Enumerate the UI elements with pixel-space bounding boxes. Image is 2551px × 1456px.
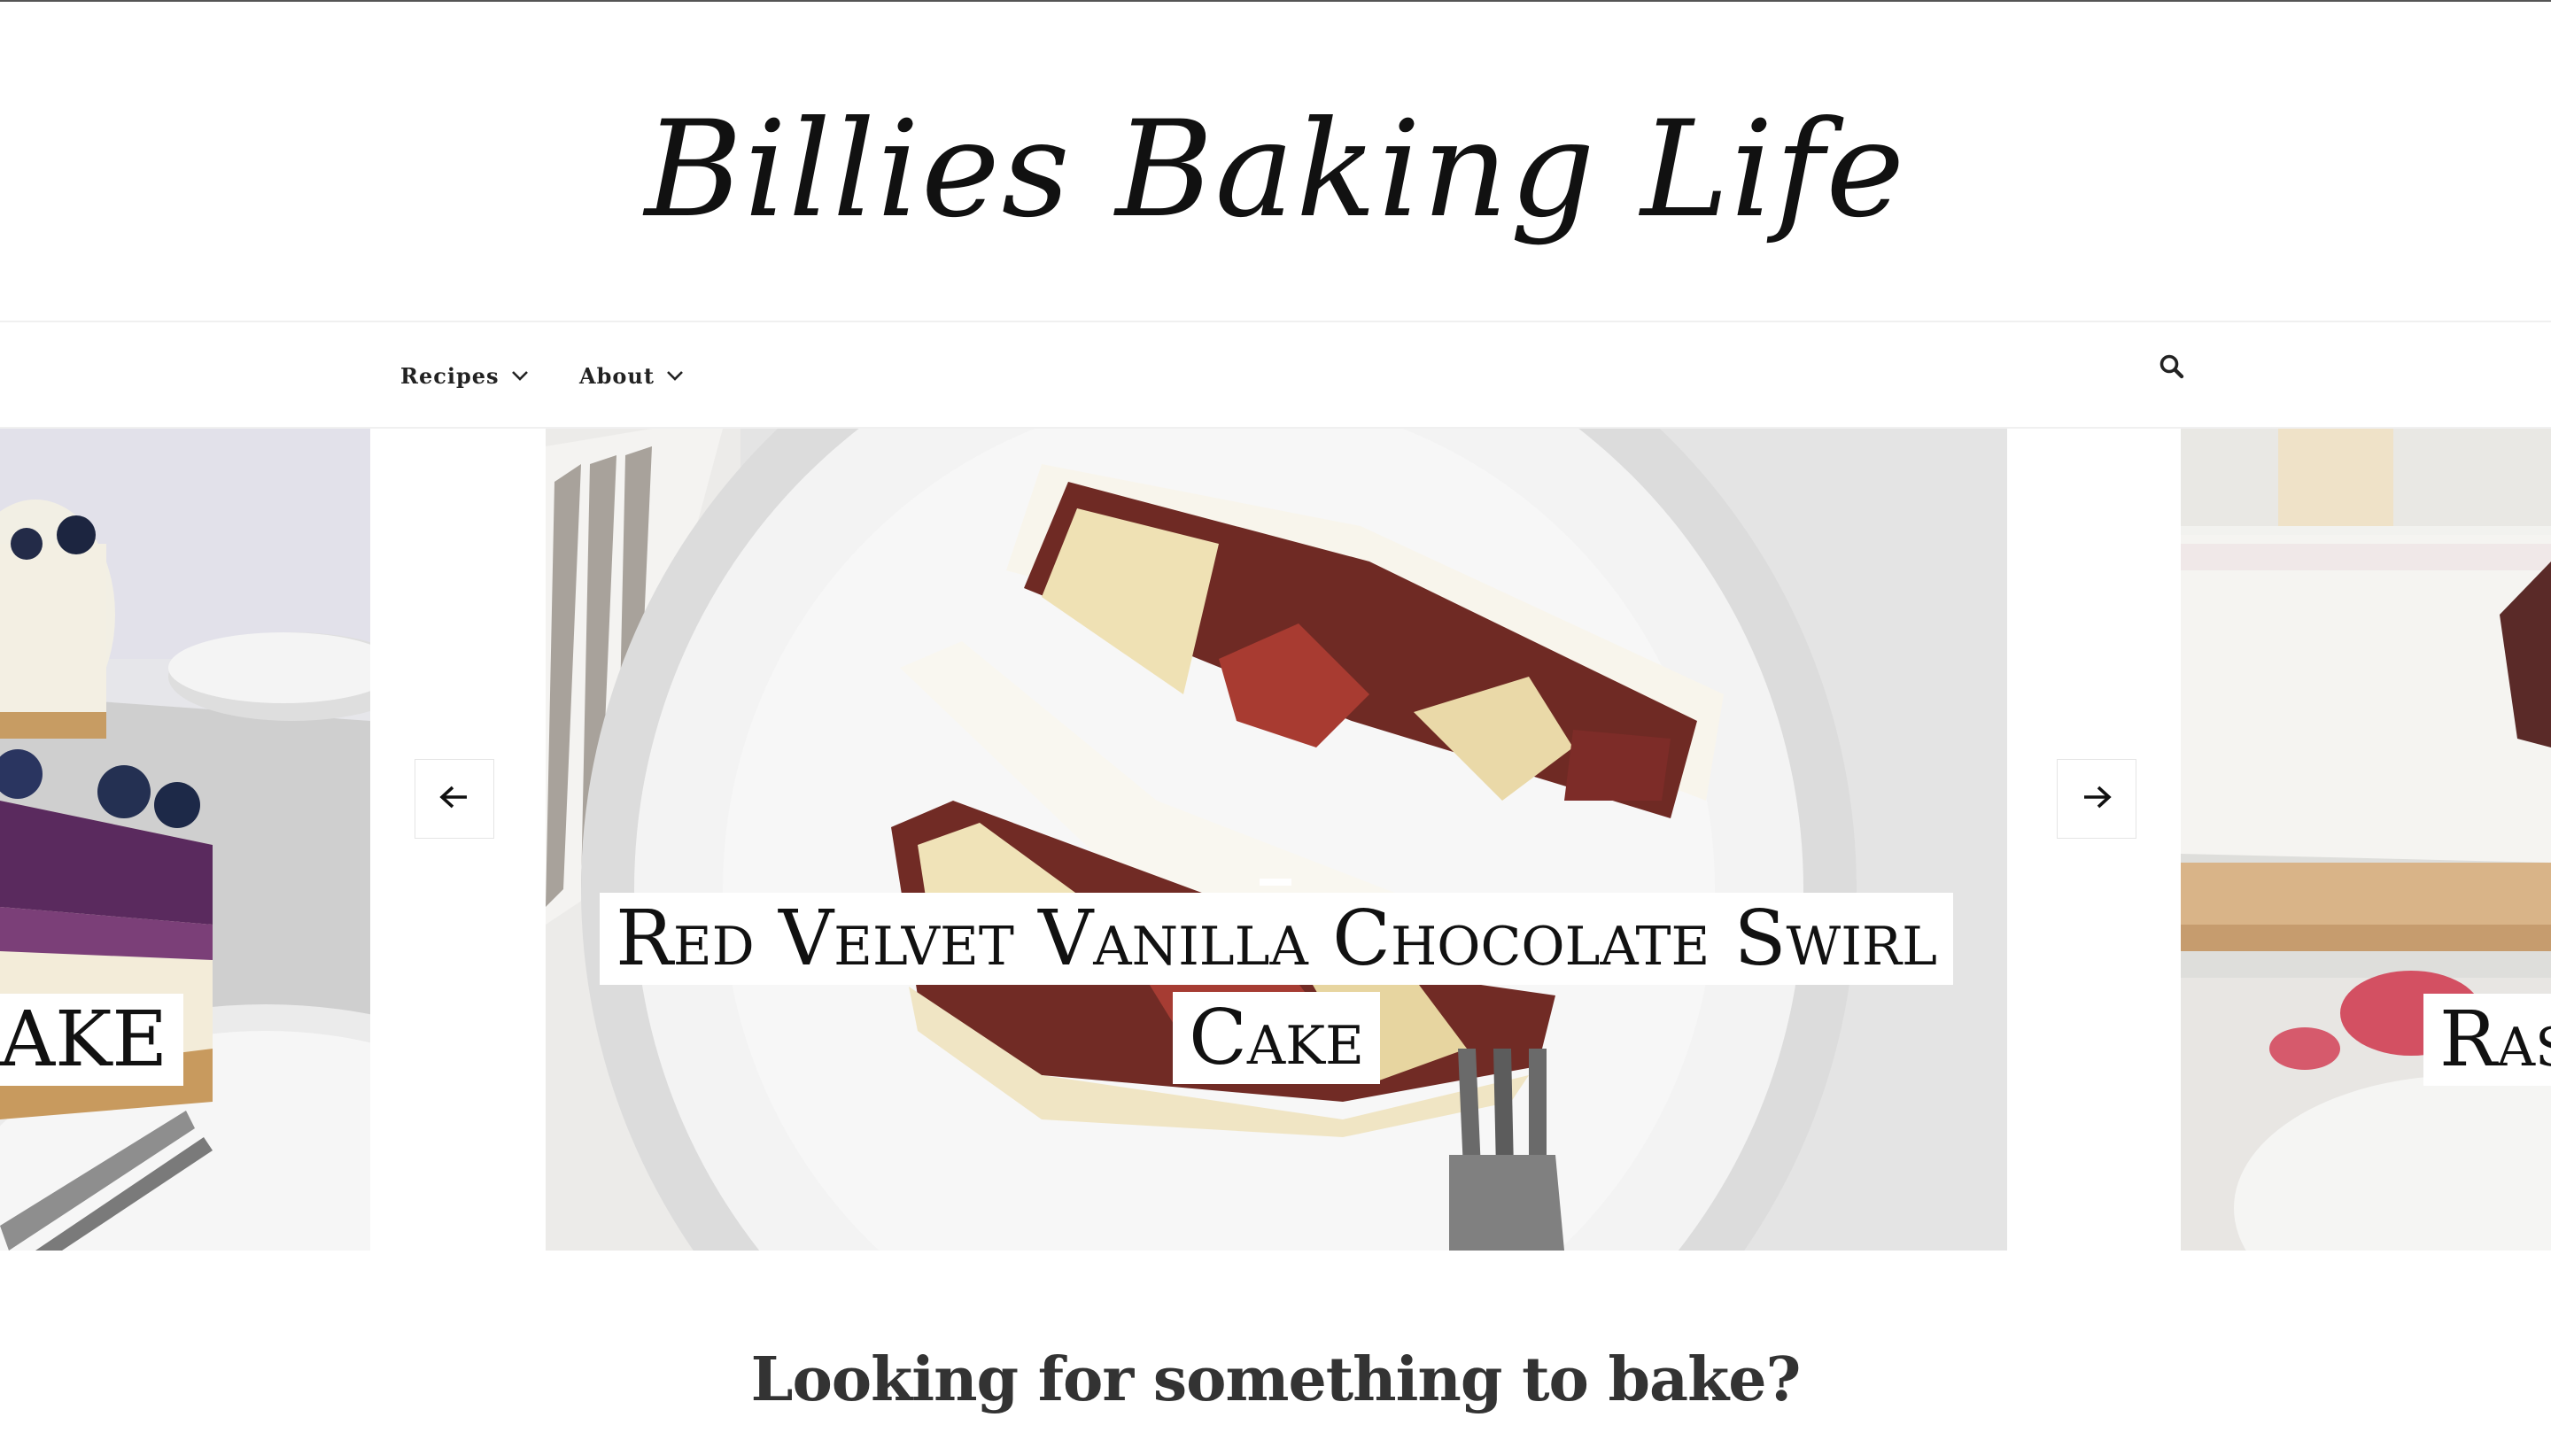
- slider-prev-button[interactable]: [415, 759, 494, 839]
- slide-current-title-line-1[interactable]: Red Velvet Vanilla Chocolate Swirl: [600, 893, 1953, 985]
- chevron-down-icon: [663, 364, 686, 387]
- slide-current-title[interactable]: Red Velvet Vanilla Chocolate Swirl Cake: [546, 893, 2007, 1084]
- chevron-down-icon: [508, 364, 531, 387]
- slide-next-title[interactable]: Ras: [2423, 994, 2551, 1086]
- slide-current[interactable]: Red Velvet Vanilla Chocolate Swirl Cake: [546, 429, 2007, 1251]
- slide-current-image: [546, 429, 2007, 1251]
- arrow-right-icon: [2081, 784, 2113, 814]
- nav-item-recipes[interactable]: Recipes: [400, 354, 531, 397]
- slide-next[interactable]: Ras: [2181, 429, 2551, 1251]
- search-button[interactable]: [2154, 351, 2190, 386]
- arrow-left-icon: [438, 784, 470, 814]
- slider-next-button[interactable]: [2057, 759, 2136, 839]
- slide-current-title-line-2[interactable]: Cake: [1173, 992, 1380, 1084]
- section-heading: Looking for something to bake?: [750, 1344, 1802, 1415]
- slide-previous[interactable]: AKE: [0, 429, 370, 1251]
- nav-item-about[interactable]: About: [579, 354, 686, 397]
- slide-category-marker: [1260, 879, 1291, 886]
- site-logo-text[interactable]: Billies Baking Life: [645, 93, 1906, 247]
- slide-next-image: [2181, 429, 2551, 1251]
- featured-slider: AKE Red Velvet Vanilla Chocolate Swirl C…: [0, 429, 2551, 1251]
- slide-previous-title[interactable]: AKE: [0, 994, 184, 1086]
- nav-item-recipes-label: Recipes: [400, 362, 500, 389]
- search-icon: [2159, 353, 2185, 383]
- slide-previous-image: [0, 429, 370, 1251]
- nav-item-about-label: About: [579, 362, 655, 389]
- site-logo[interactable]: Billies Baking Life: [0, 64, 2551, 276]
- site-header: Billies Baking Life: [0, 2, 2551, 322]
